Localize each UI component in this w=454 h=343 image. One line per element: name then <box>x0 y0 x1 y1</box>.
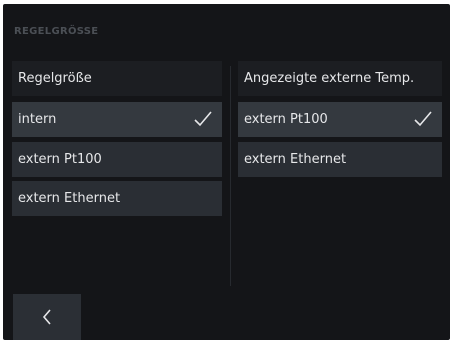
screen-title: REGELGRÖSSE <box>14 26 99 37</box>
chevron-left-icon <box>42 309 51 325</box>
checkmark-icon <box>194 111 212 127</box>
option-extern-ethernet[interactable]: extern Ethernet <box>12 181 222 216</box>
option-extern-pt100-display[interactable]: extern Pt100 <box>238 102 442 137</box>
column-header-angezeigte-temp: Angezeigte externe Temp. <box>238 61 442 96</box>
option-label: extern Ethernet <box>244 152 347 167</box>
column-header-regelgroesse: Regelgröße <box>12 61 222 96</box>
option-extern-pt100[interactable]: extern Pt100 <box>12 142 222 177</box>
option-intern[interactable]: intern <box>12 102 222 137</box>
option-label: extern Pt100 <box>244 112 328 127</box>
settings-screen: REGELGRÖSSE Regelgröße intern extern Pt1… <box>3 4 450 340</box>
option-label: extern Ethernet <box>18 191 121 206</box>
option-label: extern Pt100 <box>18 152 102 167</box>
back-button[interactable] <box>13 294 81 340</box>
option-label: intern <box>18 112 57 127</box>
option-extern-ethernet-display[interactable]: extern Ethernet <box>238 142 442 177</box>
column-divider <box>230 66 231 286</box>
checkmark-icon <box>414 111 432 127</box>
